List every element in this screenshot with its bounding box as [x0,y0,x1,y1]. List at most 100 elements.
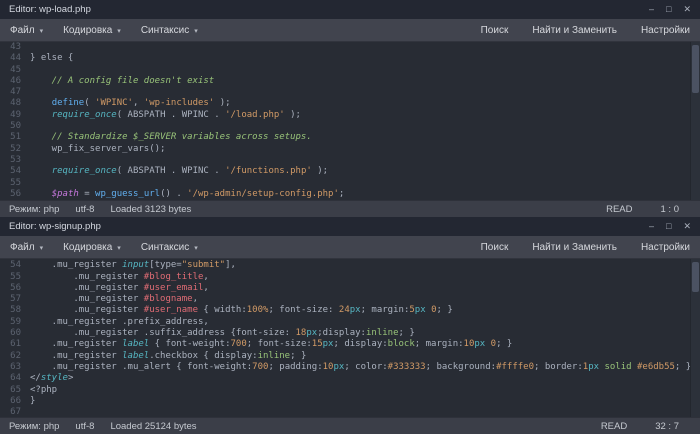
code-line[interactable]: 59 .mu_register .prefix_address, [0,317,690,328]
menu-label: Синтаксис [141,25,189,36]
code-line[interactable]: 57 .mu_register #blogname, [0,294,690,305]
code-line[interactable]: 45 [0,65,690,76]
code-line[interactable]: 52 wp_fix_server_vars(); [0,144,690,155]
minimize-icon[interactable]: – [649,0,654,19]
menu-syntax[interactable]: Синтаксис▾ [141,242,198,253]
code-line[interactable]: 66} [0,396,690,407]
chevron-down-icon: ▾ [194,27,198,35]
menu-file[interactable]: Файл▾ [10,242,43,253]
code-lines: 4344} else {4546 // A config file doesn'… [0,42,690,200]
menu-label: Файл [10,25,35,36]
code-line[interactable]: 46 // A config file doesn't exist [0,76,690,87]
code-lines: 5354 .mu_register input[type="submit"],5… [0,259,690,417]
line-number: 62 [0,351,30,362]
code-line[interactable]: 60 .mu_register .suffix_address {font-si… [0,328,690,339]
code-line[interactable]: 55 .mu_register #blog_title, [0,272,690,283]
vertical-scrollbar[interactable] [690,42,700,200]
code-line[interactable]: 58 .mu_register #user_name { width:100%;… [0,305,690,316]
code-text: <?php [30,385,57,396]
code-text: require_once( ABSPATH . WPINC . '/load.p… [30,110,301,121]
code-line[interactable]: 63 .mu_register .mu_alert { font-weight:… [0,362,690,373]
code-text: $path = wp_guess_url() . '/wp-admin/setu… [30,189,344,200]
code-line[interactable]: 47 [0,87,690,98]
window-controls: – □ ✕ [649,217,691,236]
line-number: 63 [0,362,30,373]
maximize-icon[interactable]: □ [666,0,671,19]
code-text: .mu_register label.checkbox { display:in… [30,351,306,362]
code-area[interactable]: 4344} else {4546 // A config file doesn'… [0,42,700,200]
status-loaded-bytes: Loaded 25124 bytes [110,421,196,432]
menu-encoding[interactable]: Кодировка▾ [63,242,121,253]
editor-window-wp-load: Editor: wp-load.php – □ ✕ Файл▾Кодировка… [0,0,700,217]
menu-find-replace[interactable]: Найти и Заменить [532,25,617,36]
code-line[interactable]: 65<?php [0,385,690,396]
code-line[interactable]: 62 .mu_register label.checkbox { display… [0,351,690,362]
scrollbar-thumb[interactable] [692,262,699,292]
line-number: 58 [0,305,30,316]
code-line[interactable]: 53 [0,155,690,166]
minimize-icon[interactable]: – [649,217,654,236]
code-line[interactable]: 48 define( 'WPINC', 'wp-includes' ); [0,98,690,109]
menu-search[interactable]: Поиск [481,25,509,36]
menu-label: Синтаксис [141,242,189,253]
menu-label: Найти и Заменить [532,242,617,253]
menu-encoding[interactable]: Кодировка▾ [63,25,121,36]
code-line[interactable]: 61 .mu_register label { font-weight:700;… [0,339,690,350]
code-line[interactable]: 54 .mu_register input[type="submit"], [0,260,690,271]
menu-find-replace[interactable]: Найти и Заменить [532,242,617,253]
line-number: 43 [0,42,30,53]
code-line[interactable]: 43 [0,42,690,53]
code-line[interactable]: 50 [0,121,690,132]
menubar-right: Поиск Найти и Заменить Настройки [457,25,690,36]
titlebar[interactable]: Editor: wp-load.php – □ ✕ [0,0,700,19]
menubar-right: Поиск Найти и Заменить Настройки [457,242,690,253]
code-line[interactable]: 56 .mu_register #user_email, [0,283,690,294]
menu-label: Найти и Заменить [532,25,617,36]
code-line[interactable]: 64</style> [0,373,690,384]
line-number: 49 [0,110,30,121]
vertical-scrollbar[interactable] [690,259,700,417]
code-text: </style> [30,373,73,384]
menu-label: Файл [10,242,35,253]
line-number: 56 [0,283,30,294]
status-encoding: utf-8 [75,204,94,215]
close-icon[interactable]: ✕ [683,217,691,236]
maximize-icon[interactable]: □ [666,217,671,236]
status-cursor-position: 1 : 0 [661,204,680,215]
titlebar[interactable]: Editor: wp-signup.php – □ ✕ [0,217,700,236]
code-line[interactable]: 49 require_once( ABSPATH . WPINC . '/loa… [0,110,690,121]
status-cursor-position: 32 : 7 [655,421,679,432]
line-number: 53 [0,155,30,166]
line-number: 44 [0,53,30,64]
code-text: wp_fix_server_vars(); [30,144,165,155]
code-line[interactable]: 51 // Standardize $_SERVER variables acr… [0,132,690,143]
code-text: .mu_register input[type="submit"], [30,260,236,271]
line-number: 46 [0,76,30,87]
code-text: .mu_register #user_email, [30,283,209,294]
line-number: 64 [0,373,30,384]
code-line[interactable]: 67 [0,407,690,417]
line-number: 45 [0,65,30,76]
status-read-mode: READ [601,421,627,432]
code-line[interactable]: 55 [0,178,690,189]
scrollbar-thumb[interactable] [692,45,699,93]
menu-settings[interactable]: Настройки [641,242,690,253]
close-icon[interactable]: ✕ [683,0,691,19]
menu-file[interactable]: Файл▾ [10,25,43,36]
line-number: 55 [0,272,30,283]
menu-settings[interactable]: Настройки [641,25,690,36]
code-line[interactable]: 44} else { [0,53,690,64]
menubar: Файл▾ Кодировка▾ Синтаксис ▾ Поиск Найти и З… [0,19,700,42]
code-line[interactable]: 56 $path = wp_guess_url() . '/wp-admin/s… [0,189,690,200]
code-line[interactable]: 54 require_once( ABSPATH . WPINC . '/fun… [0,166,690,177]
status-right: READ 32 : 7 [601,421,691,432]
line-number: 59 [0,317,30,328]
code-text: } else { [30,53,73,64]
menu-label: Настройки [641,242,690,253]
menu-label: Настройки [641,25,690,36]
menu-syntax[interactable]: Синтаксис ▾ [141,25,198,36]
status-right: READ 1 : 0 [606,204,691,215]
menu-search[interactable]: Поиск [481,242,509,253]
menubar: Файл▾ Кодировка▾ Синтаксис▾ Поиск Найти и З… [0,236,700,259]
code-area[interactable]: 5354 .mu_register input[type="submit"],5… [0,259,700,417]
